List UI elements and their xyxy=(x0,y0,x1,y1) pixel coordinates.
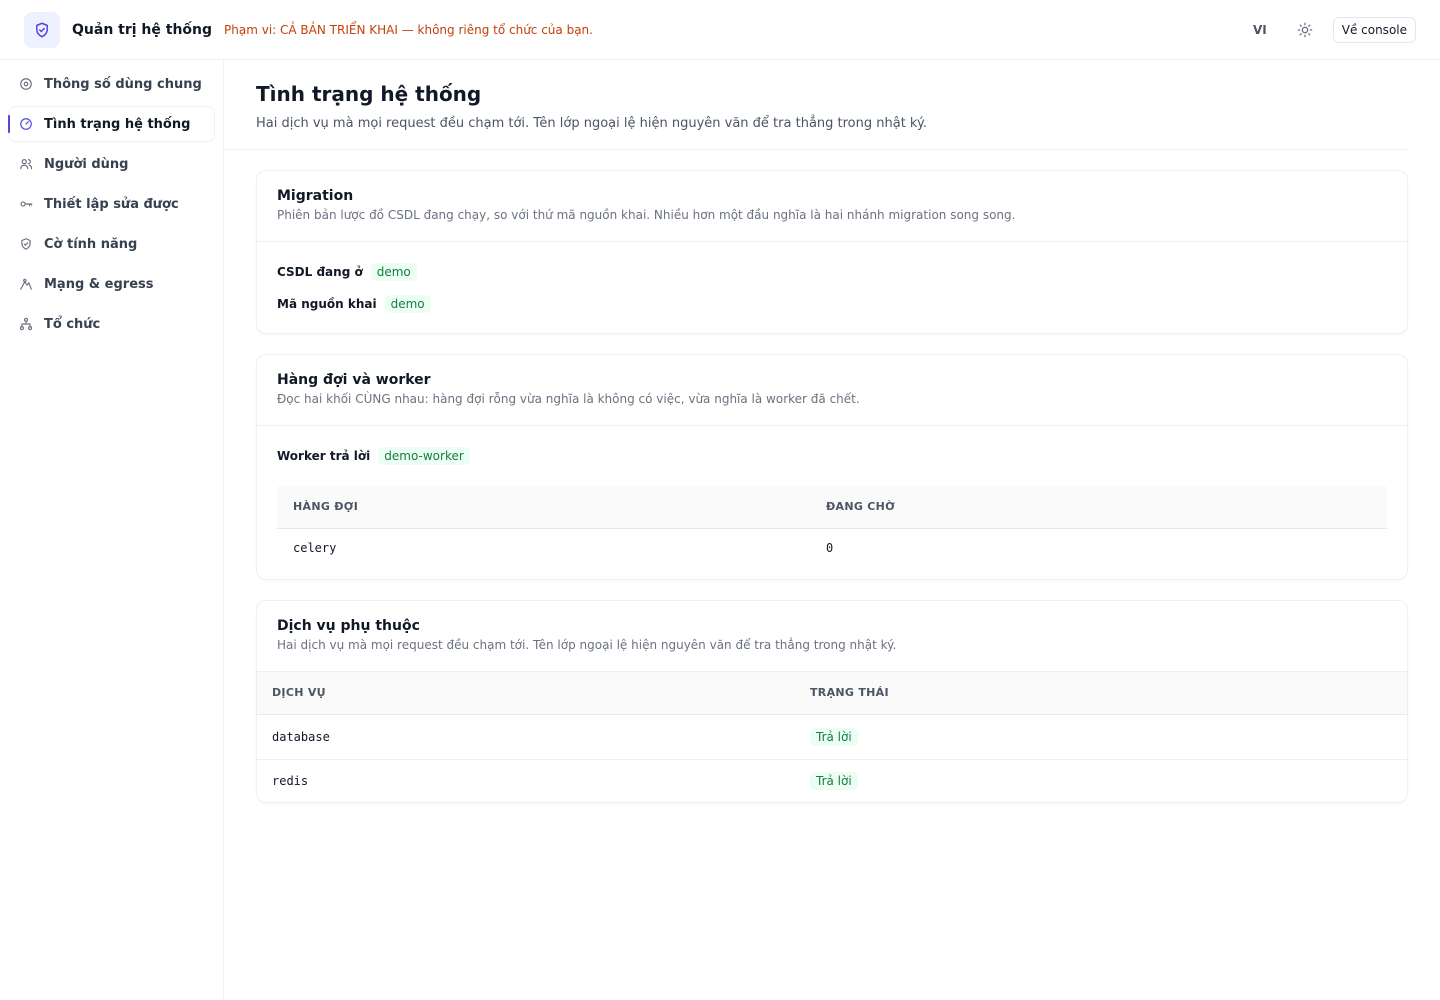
page-title: Tình trạng hệ thống xyxy=(256,82,482,106)
sidebar-item-label: Cờ tính năng xyxy=(44,236,138,252)
sidebar-item-label: Thông số dùng chung xyxy=(44,76,202,92)
sun-icon[interactable] xyxy=(1295,20,1315,40)
status-badge: Trả lời xyxy=(810,727,858,746)
sidebar-item-label: Tổ chức xyxy=(44,316,101,332)
card-subtitle: Đọc hai khối CÙNG nhau: hàng đợi rỗng vừ… xyxy=(277,392,860,406)
settings-icon xyxy=(18,76,34,92)
status-badge: Trả lời xyxy=(810,772,858,791)
queue-table: HÀNG ĐỢI ĐANG CHỜ celery 0 xyxy=(277,486,1387,568)
sidebar-item-users[interactable]: Người dùng xyxy=(9,147,214,181)
app-title: Quản trị hệ thống xyxy=(72,21,213,38)
worker-row: Worker trả lời demo-worker xyxy=(277,445,1387,467)
key-icon xyxy=(18,196,34,212)
service-name: redis xyxy=(257,758,810,802)
card-header: Hàng đợi và worker Đọc hai khối CÙNG nha… xyxy=(257,355,1407,426)
shield-icon xyxy=(18,236,34,252)
migration-card: Migration Phiên bản lược đồ CSDL đang ch… xyxy=(256,170,1408,334)
sidebar-item-shared-settings[interactable]: Thông số dùng chung xyxy=(9,67,214,101)
column-header-service: DỊCH VỤ xyxy=(257,672,810,715)
code-version-badge: demo xyxy=(384,295,431,313)
main-content: Tình trạng hệ thống Hai dịch vụ mà mọi r… xyxy=(224,61,1440,1000)
worker-badge: demo-worker xyxy=(378,447,470,465)
worker-label: Worker trả lời xyxy=(277,449,371,463)
sidebar-item-organizations[interactable]: Tổ chức xyxy=(9,307,214,341)
queue-pending: 0 xyxy=(826,541,834,556)
table-row: redis Trả lời xyxy=(257,758,1407,802)
sidebar-item-system-status[interactable]: Tình trạng hệ thống xyxy=(8,107,214,141)
db-version-label: CSDL đang ở xyxy=(277,265,363,279)
column-header-status: TRẠNG THÁI xyxy=(810,672,1407,715)
card-header: Migration Phiên bản lược đồ CSDL đang ch… xyxy=(257,171,1407,242)
users-icon xyxy=(18,156,34,172)
sidebar-item-feature-flags[interactable]: Cờ tính năng xyxy=(9,227,214,261)
org-tree-icon xyxy=(18,316,34,332)
sidebar-item-label: Thiết lập sửa được xyxy=(44,196,179,212)
card-header: Dịch vụ phụ thuộc Hai dịch vụ mà mọi req… xyxy=(257,601,1407,672)
card-subtitle: Phiên bản lược đồ CSDL đang chạy, so với… xyxy=(277,208,1016,222)
column-header-pending: ĐANG CHỜ xyxy=(826,486,1387,529)
sidebar-item-editable-settings[interactable]: Thiết lập sửa được xyxy=(9,187,214,221)
table-row: celery 0 xyxy=(277,528,1387,568)
back-to-console-button[interactable]: Về console xyxy=(1332,16,1416,43)
service-name: database xyxy=(272,729,330,744)
card-title: Hàng đợi và worker xyxy=(277,372,431,388)
top-bar: Quản trị hệ thống Phạm vi: CẢ BẢN TRIỂN … xyxy=(0,0,1440,60)
card-title: Dịch vụ phụ thuộc xyxy=(277,618,420,634)
gauge-icon xyxy=(18,116,34,132)
page-header: Tình trạng hệ thống Hai dịch vụ mà mọi r… xyxy=(224,61,1408,150)
network-icon xyxy=(18,276,34,292)
sidebar-item-label: Người dùng xyxy=(44,156,129,172)
code-version-label: Mã nguồn khai xyxy=(277,297,377,311)
language-switch[interactable]: VI xyxy=(1253,23,1267,37)
sidebar-item-label: Mạng & egress xyxy=(44,276,154,292)
sidebar: Thông số dùng chung Tình trạng hệ thống … xyxy=(0,61,224,1000)
card-title: Migration xyxy=(277,188,354,204)
code-version-row: Mã nguồn khai demo xyxy=(277,293,1387,315)
queues-card: Hàng đợi và worker Đọc hai khối CÙNG nha… xyxy=(256,354,1408,580)
db-version-badge: demo xyxy=(370,263,417,281)
table-row: database Trả lời xyxy=(257,714,1407,759)
card-subtitle: Hai dịch vụ mà mọi request đều chạm tới.… xyxy=(277,638,897,652)
db-version-row: CSDL đang ở demo xyxy=(277,261,1387,283)
scope-warning: Phạm vi: CẢ BẢN TRIỂN KHAI — không riêng… xyxy=(224,22,593,37)
dependencies-table: DỊCH VỤ TRẠNG THÁI database Trả lời redi… xyxy=(257,672,1407,802)
shield-logo-icon xyxy=(24,11,60,48)
sidebar-item-label: Tình trạng hệ thống xyxy=(44,116,191,132)
page-subtitle: Hai dịch vụ mà mọi request đều chạm tới.… xyxy=(256,116,927,131)
column-header-queue: HÀNG ĐỢI xyxy=(277,486,826,529)
sidebar-item-network-egress[interactable]: Mạng & egress xyxy=(9,267,214,301)
dependencies-card: Dịch vụ phụ thuộc Hai dịch vụ mà mọi req… xyxy=(256,600,1408,803)
queue-name: celery xyxy=(293,541,337,556)
